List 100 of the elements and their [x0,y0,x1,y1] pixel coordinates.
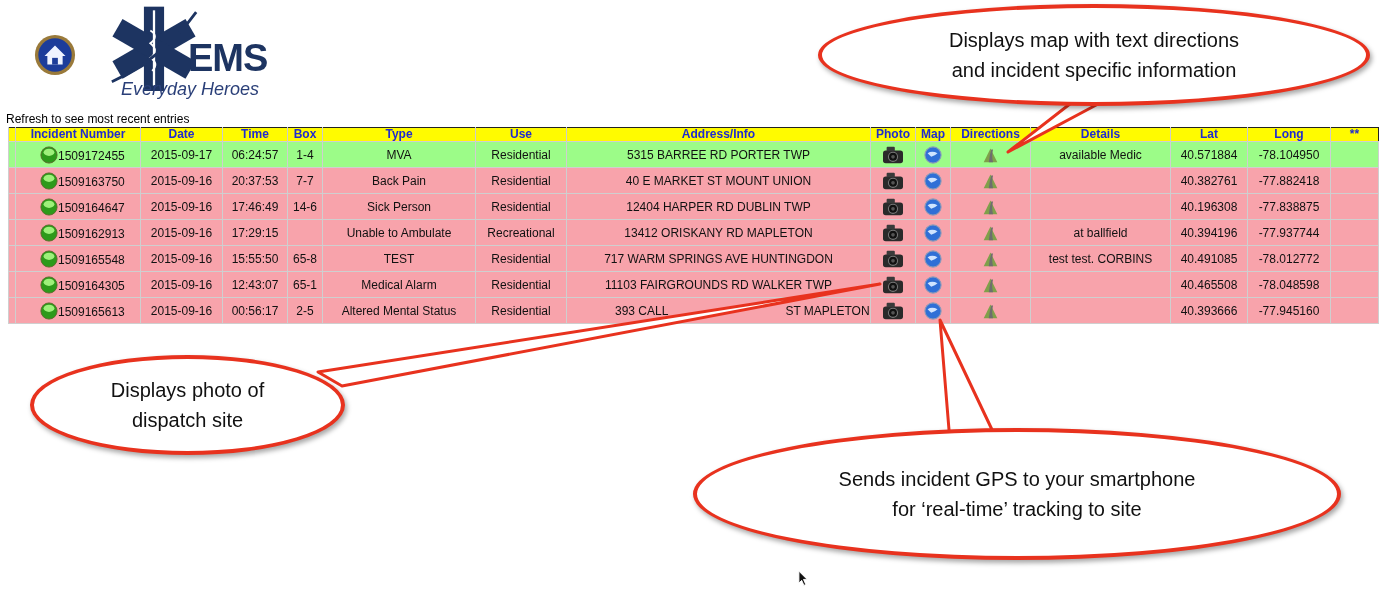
status-ball-icon [40,171,58,190]
camera-icon[interactable] [882,170,904,191]
table-cell: -78.048598 [1247,271,1331,298]
column-header: Long [1247,127,1331,142]
table-cell: 1509165613 [15,297,141,324]
table-cell: Residential [475,167,567,194]
table-cell: 06:24:57 [222,141,288,168]
incident-row[interactable]: 1509162913 2015-09-16 17:29:15 Unable to Ambulate Recreational 13412 ORISKANY RD MAPLETON at ballfield 40.394196 -77.937744 [8,219,1379,246]
table-cell: TEST [322,245,476,272]
road-icon[interactable] [982,276,999,293]
table-cell: 1509163750 [15,167,141,194]
table-cell: 40 E MARKET ST MOUNT UNION [566,167,871,194]
logo-title: EMS [188,39,268,77]
table-cell: 17:29:15 [222,219,288,246]
table-cell: 40.491085 [1170,245,1248,272]
table-cell: 1509172455 [15,141,141,168]
camera-icon[interactable] [882,248,904,269]
column-header: Box [287,127,323,142]
camera-icon[interactable] [882,196,904,217]
column-header: Photo [870,127,916,142]
table-cell: Residential [475,297,567,324]
road-icon[interactable] [982,250,999,267]
table-cell: -77.838875 [1247,193,1331,220]
road-icon[interactable] [982,224,999,241]
refresh-note: Refresh to see most recent entries [6,112,191,126]
table-cell: 2015-09-16 [140,271,223,298]
status-ball-icon [40,249,58,268]
table-cell: 12404 HARPER RD DUBLIN TWP [566,193,871,220]
status-ball-icon [40,301,58,320]
column-header: Type [322,127,476,142]
table-cell: -78.104950 [1247,141,1331,168]
table-cell: 2015-09-16 [140,167,223,194]
globe-icon[interactable] [924,171,942,190]
table-cell: -77.937744 [1247,219,1331,246]
table-cell: ST MAPLETON [785,303,870,318]
table-cell: 2015-09-16 [140,219,223,246]
column-header: Date [140,127,223,142]
status-ball-icon [40,275,58,294]
table-cell: 00:56:17 [222,297,288,324]
globe-icon[interactable] [924,223,942,242]
table-cell: 393 CALL [615,303,669,318]
table-cell: Unable to Ambulate [322,219,476,246]
table-cell: Medical Alarm [322,271,476,298]
camera-icon[interactable] [882,144,904,165]
table-cell: 15:55:50 [222,245,288,272]
globe-icon[interactable] [924,197,942,216]
globe-icon[interactable] [924,275,942,294]
camera-icon[interactable] [882,274,904,295]
table-cell: Sick Person [322,193,476,220]
table-cell: Residential [475,193,567,220]
column-header: Address/Info [566,127,871,142]
table-cell: 1509165548 [15,245,141,272]
table-cell: Back Pain [322,167,476,194]
table-cell: 20:37:53 [222,167,288,194]
incident-row[interactable]: 1509165548 2015-09-16 15:55:50 65-8 TEST Residential 717 WARM SPRINGS AVE HUNTINGDON test test. CORBINS 40.491085 -78.012772 [8,245,1379,272]
callout-bubble: Sends incident GPS to your smartphone for ‘real-time’ tracking to site [693,428,1341,560]
column-header: Use [475,127,567,142]
table-cell: 1-4 [287,141,323,168]
road-icon[interactable] [982,172,999,189]
column-header: Time [222,127,288,142]
table-cell: 14-6 [287,193,323,220]
table-cell: -78.012772 [1247,245,1331,272]
camera-icon[interactable] [882,222,904,243]
table-cell: at ballfield [1030,219,1171,246]
globe-icon[interactable] [924,145,942,164]
table-cell: 1509162913 [15,219,141,246]
mouse-cursor-icon [798,570,809,587]
globe-icon[interactable] [924,249,942,268]
table-cell: -77.882418 [1247,167,1331,194]
table-cell: 40.393666 [1170,297,1248,324]
road-icon[interactable] [982,302,999,319]
table-cell: 5315 BARREE RD PORTER TWP [566,141,871,168]
column-header: ** [1330,127,1379,142]
table-cell: 40.394196 [1170,219,1248,246]
globe-icon[interactable] [924,301,942,320]
table-cell: 717 WARM SPRINGS AVE HUNTINGDON [566,245,871,272]
column-header: Details [1030,127,1171,142]
table-cell: 65-1 [287,271,323,298]
table-cell: Residential [475,271,567,298]
table-cell: 40.382761 [1170,167,1248,194]
table-cell: 17:46:49 [222,193,288,220]
incident-row[interactable]: 1509164305 2015-09-16 12:43:07 65-1 Medical Alarm Residential 11103 FAIRGROUNDS RD WALKER TWP 40.465508 -78.048598 [8,271,1379,298]
home-icon[interactable] [34,34,76,76]
table-cell: 65-8 [287,245,323,272]
incident-row[interactable]: 1509172455 2015-09-17 06:24:57 1-4 MVA Residential 5315 BARREE RD PORTER TWP available Medic 40.571884 -78.104950 [8,141,1379,168]
table-cell: 2-5 [287,297,323,324]
table-cell: Residential [475,141,567,168]
column-header: Incident Number [15,127,141,142]
road-icon[interactable] [982,198,999,215]
table-cell: 40.196308 [1170,193,1248,220]
table-cell: available Medic [1030,141,1171,168]
road-icon[interactable] [982,146,999,163]
incident-row[interactable]: 1509164647 2015-09-16 17:46:49 14-6 Sick Person Residential 12404 HARPER RD DUBLIN TWP 40.196308 -77.838875 [8,193,1379,220]
table-cell: 1509164647 [15,193,141,220]
table-cell: test test. CORBINS [1030,245,1171,272]
table-cell: 2015-09-16 [140,193,223,220]
camera-icon[interactable] [882,300,904,321]
table-cell: 2015-09-17 [140,141,223,168]
table-cell: 12:43:07 [222,271,288,298]
incident-row[interactable]: 1509163750 2015-09-16 20:37:53 7-7 Back Pain Residential 40 E MARKET ST MOUNT UNION 40.382761 -77.882418 [8,167,1379,194]
